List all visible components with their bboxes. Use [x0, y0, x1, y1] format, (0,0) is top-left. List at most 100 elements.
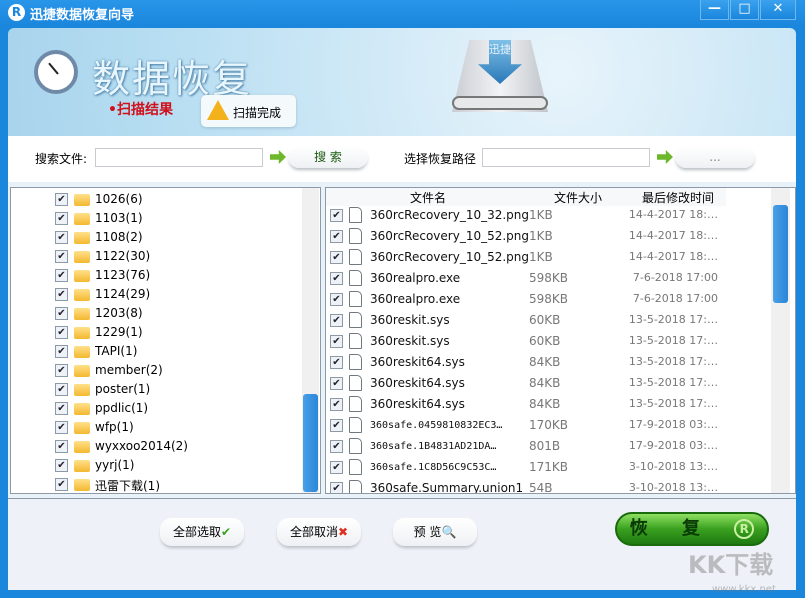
close-button[interactable]: ✕: [760, 0, 796, 20]
checkbox[interactable]: ✔: [55, 459, 68, 472]
file-row[interactable]: ✔ 360safe.1C8D56C9C53C… 171KB 3-10-2018 13:…: [326, 457, 776, 478]
checkbox[interactable]: ✔: [55, 212, 68, 225]
file-row[interactable]: ✔ 360rcRecovery_10_52.png 1KB 14-4-2017 18:…: [326, 247, 776, 268]
checkbox[interactable]: ✔: [55, 307, 68, 320]
column-header-date[interactable]: 最后修改时间: [642, 189, 714, 206]
file-row[interactable]: ✔ 360reskit.sys 60KB 13-5-2018 17:…: [326, 331, 776, 352]
file-name: 360safe.1B4831AD21DA…: [370, 441, 497, 452]
tree-item[interactable]: ✔ wfp(1): [11, 418, 311, 437]
tree-item[interactable]: ✔ 1229(1): [11, 323, 311, 342]
tree-item[interactable]: ✔ 1123(76): [11, 266, 311, 285]
search-file-input[interactable]: [95, 148, 263, 167]
checkbox[interactable]: ✔: [55, 421, 68, 434]
file-row[interactable]: ✔ 360rcRecovery_10_52.png 1KB 14-4-2017 18:…: [326, 226, 776, 247]
recovery-path-input[interactable]: [482, 148, 650, 167]
checkbox[interactable]: ✔: [55, 383, 68, 396]
file-row[interactable]: ✔ 360safe.0459810832EC3… 170KB 17-9-2018 03…: [326, 415, 776, 436]
preview-button[interactable]: 预 览🔍: [393, 518, 477, 546]
tree-item-label: 1124(29): [95, 287, 151, 301]
checkbox[interactable]: ✔: [330, 272, 343, 285]
checkbox[interactable]: ✔: [55, 402, 68, 415]
tree-item[interactable]: ✔ TAPI(1): [11, 342, 311, 361]
file-name: 360safe.Summary.union1: [370, 481, 524, 494]
checkbox[interactable]: ✔: [55, 288, 68, 301]
tree-item[interactable]: ✔ 1103(1): [11, 209, 311, 228]
tree-scrollbar-thumb[interactable]: [303, 394, 318, 492]
file-row[interactable]: ✔ 360realpro.exe 598KB 7-6-2018 17:00: [326, 268, 776, 289]
file-row[interactable]: ✔ 360reskit64.sys 84KB 13-5-2018 17:…: [326, 352, 776, 373]
checkbox[interactable]: ✔: [55, 193, 68, 206]
checkbox[interactable]: ✔: [330, 440, 343, 453]
file-size: 801B: [529, 439, 561, 453]
checkbox[interactable]: ✔: [330, 293, 343, 306]
app-logo-icon: R: [8, 4, 25, 21]
recover-button[interactable]: 恢 复 R: [615, 512, 769, 546]
checkbox[interactable]: ✔: [330, 398, 343, 411]
tree-item[interactable]: ✔ 1108(2): [11, 228, 311, 247]
file-list-scrollbar-thumb[interactable]: [773, 205, 788, 303]
checkbox[interactable]: ✔: [330, 356, 343, 369]
file-icon: [349, 207, 362, 223]
tree-item[interactable]: ✔ 1122(30): [11, 247, 311, 266]
file-row[interactable]: ✔ 360safe.1B4831AD21DA… 801B 17-9-2018 03:…: [326, 436, 776, 457]
checkbox[interactable]: ✔: [330, 419, 343, 432]
window-title: 迅捷数据恢复向导: [30, 8, 135, 23]
search-button[interactable]: 搜 索: [288, 146, 368, 168]
checkbox[interactable]: ✔: [55, 364, 68, 377]
file-row[interactable]: ✔ 360safe.Summary.union1 54B 3-10-2018 13:…: [326, 478, 776, 494]
tree-item[interactable]: ✔ 迅雷下载(1): [11, 475, 311, 493]
tree-item[interactable]: ✔ wyxxoo2014(2): [11, 437, 311, 456]
checkbox[interactable]: ✔: [330, 461, 343, 474]
tree-item[interactable]: ✔ yyrj(1): [11, 456, 311, 475]
checkbox[interactable]: ✔: [330, 209, 343, 222]
checkbox[interactable]: ✔: [330, 230, 343, 243]
folder-icon: [74, 232, 90, 244]
deselect-all-button[interactable]: 全部取消✖: [277, 518, 361, 546]
checkbox[interactable]: ✔: [55, 250, 68, 263]
column-header-name[interactable]: 文件名: [410, 189, 446, 206]
file-icon: [349, 354, 362, 370]
checkbox[interactable]: ✔: [55, 345, 68, 358]
file-date: 17-9-2018 03:…: [628, 418, 718, 431]
file-row[interactable]: ✔ 360rcRecovery_10_32.png 1KB 14-4-2017 18:…: [326, 205, 776, 226]
checkbox[interactable]: ✔: [330, 314, 343, 327]
tree-item-label: 迅雷下载(1): [95, 479, 160, 493]
file-row[interactable]: ✔ 360reskit64.sys 84KB 13-5-2018 17:…: [326, 373, 776, 394]
checkbox[interactable]: ✔: [55, 440, 68, 453]
checkbox[interactable]: ✔: [330, 482, 343, 493]
file-name: 360safe.1C8D56C9C53C…: [370, 462, 497, 473]
file-row[interactable]: ✔ 360realpro.exe 598KB 7-6-2018 17:00: [326, 289, 776, 310]
maximize-button[interactable]: □: [730, 0, 759, 20]
tree-item[interactable]: ✔ ppdlic(1): [11, 399, 311, 418]
file-size: 171KB: [529, 460, 569, 474]
tree-item[interactable]: ✔ member(2): [11, 361, 311, 380]
checkbox[interactable]: ✔: [330, 251, 343, 264]
browse-button[interactable]: ...: [675, 146, 755, 168]
checkbox[interactable]: ✔: [330, 335, 343, 348]
tree-item[interactable]: ✔ poster(1): [11, 380, 311, 399]
folder-tree: ✔ 1026(6) ✔ 1103(1) ✔ 1108(2) ✔ 1122(30) ✔ 1123(7…: [10, 187, 321, 494]
file-icon: [349, 249, 362, 265]
checkbox[interactable]: ✔: [55, 326, 68, 339]
file-row[interactable]: ✔ 360reskit64.sys 84KB 13-5-2018 17:…: [326, 394, 776, 415]
folder-icon: [74, 194, 90, 206]
checkbox[interactable]: ✔: [55, 478, 68, 491]
file-size: 170KB: [529, 418, 569, 432]
tree-item[interactable]: ✔ 1124(29): [11, 285, 311, 304]
tree-scrollbar[interactable]: [302, 188, 319, 493]
checkbox[interactable]: ✔: [55, 231, 68, 244]
drive-slot: [452, 96, 548, 110]
column-header-size[interactable]: 文件大小: [554, 189, 602, 206]
minimize-button[interactable]: —: [700, 0, 729, 20]
tree-item[interactable]: ✔ 1203(8): [11, 304, 311, 323]
checkbox[interactable]: ✔: [55, 269, 68, 282]
tree-item[interactable]: ✔ 1026(6): [11, 190, 311, 209]
select-all-button[interactable]: 全部选取✔: [160, 518, 244, 546]
file-row[interactable]: ✔ 360reskit.sys 60KB 13-5-2018 17:…: [326, 310, 776, 331]
folder-icon: [74, 422, 90, 434]
file-list-scrollbar[interactable]: [771, 188, 790, 493]
scan-result-label: •扫描结果: [108, 102, 173, 118]
checkbox[interactable]: ✔: [330, 377, 343, 390]
file-icon: [349, 228, 362, 244]
folder-icon: [74, 384, 90, 396]
